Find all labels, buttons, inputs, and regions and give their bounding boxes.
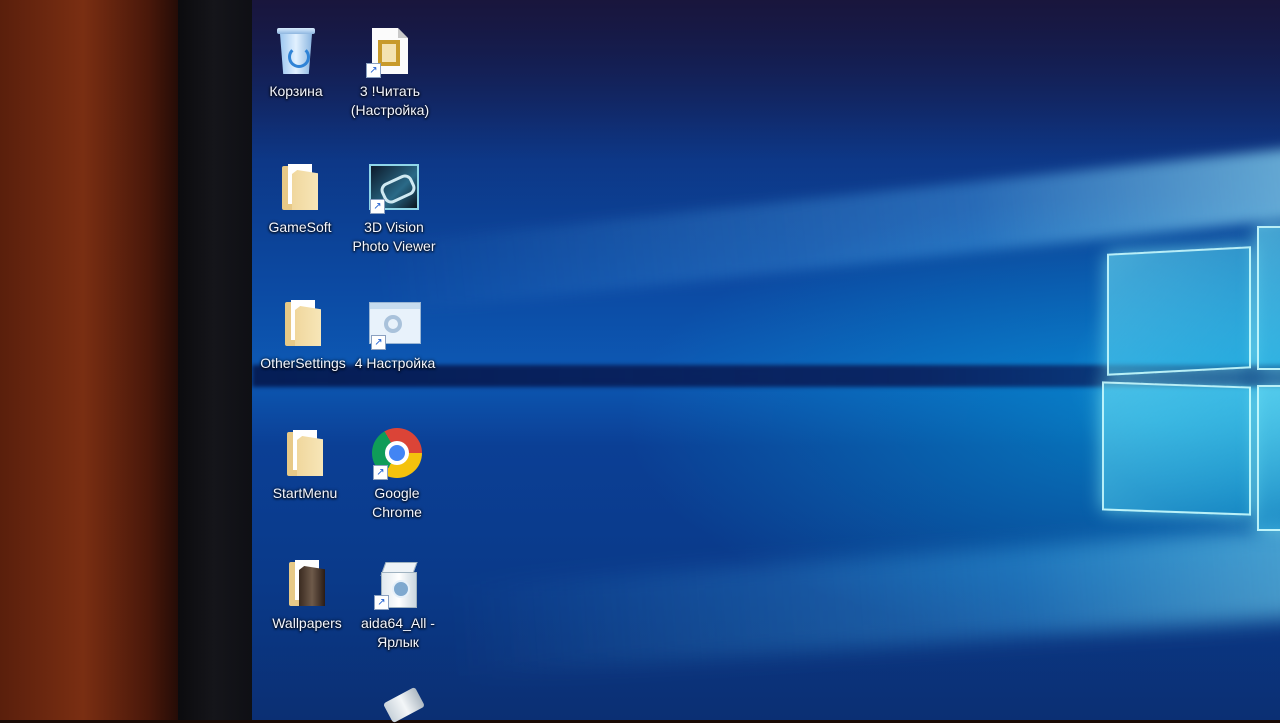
desktop-icon-4-settings[interactable]: 4 Настройка (349, 296, 441, 373)
desktop-icon-label: StartMenu (272, 485, 338, 501)
shortcut-arrow-icon (373, 465, 388, 480)
desktop-icon-othersettings[interactable]: OtherSettings (257, 296, 349, 373)
desktop-icon-label: Wallpapers (272, 615, 342, 631)
desktop-icon-wallpapers[interactable]: Wallpapers (261, 556, 353, 633)
desktop-icon-gamesoft[interactable]: GameSoft (254, 160, 346, 237)
desktop-icon-label: 3 !Читать (Настройка) (350, 83, 430, 118)
desktop-icon-grid: Корзина 3 !Читать (Настройка) GameSoft 3… (0, 0, 1280, 723)
shortcut-arrow-icon (370, 199, 385, 214)
shortcut-arrow-icon (371, 335, 386, 350)
desktop-icon-aida64[interactable]: aida64_All - Ярлык (352, 556, 444, 652)
desktop-icon-google-chrome[interactable]: Google Chrome (351, 426, 443, 522)
desktop-icon-label: 3D Vision Photo Viewer (352, 219, 436, 254)
folder-icon (274, 160, 326, 214)
3d-vision-icon (368, 160, 420, 214)
desktop-icon-label: 4 Настройка (354, 355, 436, 371)
recycle-bin-icon (270, 24, 322, 78)
desktop-icon-read-settings[interactable]: 3 !Читать (Настройка) (344, 24, 436, 120)
chrome-icon (371, 426, 423, 480)
shortcut-arrow-icon (374, 595, 389, 610)
document-shortcut-icon (364, 24, 416, 78)
shortcut-arrow-icon (366, 63, 381, 78)
desktop-icon-label: OtherSettings (260, 355, 346, 371)
desktop-icon-startmenu[interactable]: StartMenu (259, 426, 351, 503)
desktop-icon-label: GameSoft (268, 219, 332, 235)
installer-icon (372, 556, 424, 610)
folder-icon (277, 296, 329, 350)
window-screenshot-icon (369, 296, 421, 350)
folder-icon (281, 556, 333, 610)
desktop-icon-label: Google Chrome (372, 485, 422, 520)
folder-icon (279, 426, 331, 480)
desktop-icon-3d-vision[interactable]: 3D Vision Photo Viewer (348, 160, 440, 256)
desktop-icon-partial[interactable] (378, 686, 428, 723)
desktop-icon-label: aida64_All - Ярлык (361, 615, 435, 650)
desktop-icon-label: Корзина (269, 83, 323, 99)
desktop-icon-recycle-bin[interactable]: Корзина (250, 24, 342, 101)
usb-drive-icon (382, 686, 426, 723)
